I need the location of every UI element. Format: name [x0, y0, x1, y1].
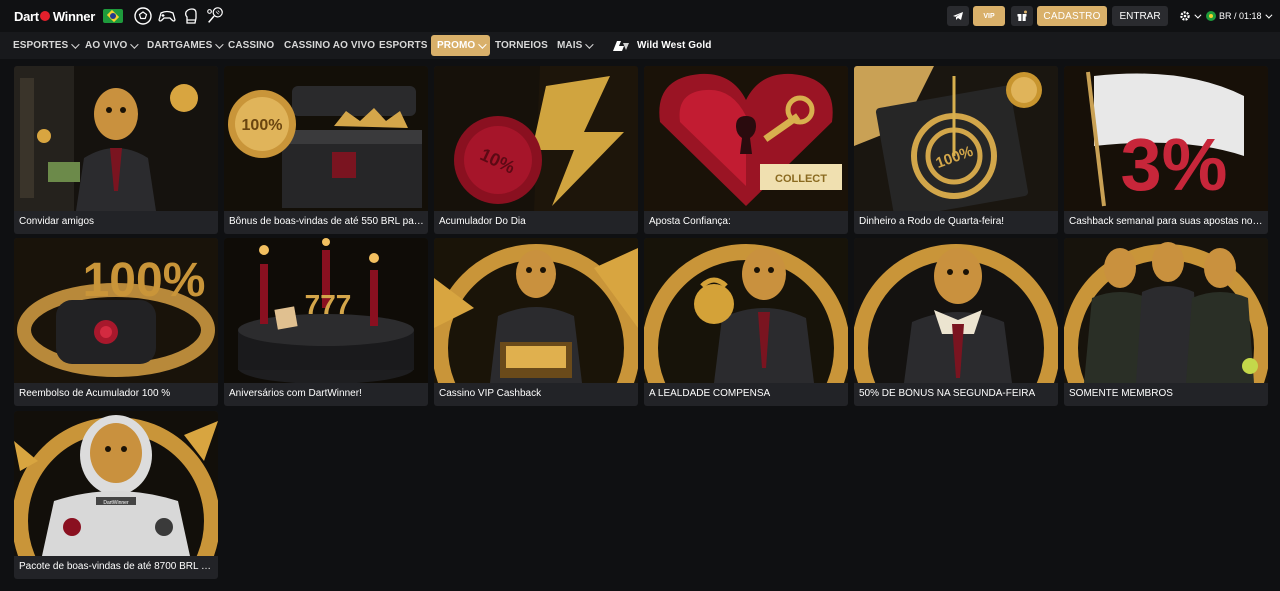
promo-title: Convidar amigos: [19, 216, 95, 227]
promo-title: SOMENTE MEMBROS: [1069, 388, 1173, 399]
nav-wild-west-gold[interactable]: Wild West Gold: [612, 32, 711, 59]
nav-esports[interactable]: ESPORTS: [379, 32, 428, 59]
promo-card-cashback-semanal[interactable]: 3% Cashback semanal para suas apostas no…: [1064, 66, 1268, 234]
promo-image-leopard-kettlebell: [644, 238, 848, 383]
chevron-down-icon: [215, 39, 225, 49]
locale-label: BR / 01:18: [1219, 11, 1262, 21]
brand-logo[interactable]: Dart Winner: [14, 6, 95, 26]
promo-image-astronaut-leopard: DartWinner: [14, 411, 218, 556]
promo-image-ruby-heart-key: COLLECT: [644, 66, 848, 211]
promo-title: Aposta Confiança:: [649, 216, 731, 227]
nav-label: Wild West Gold: [637, 40, 712, 51]
chevron-down-icon: [71, 39, 80, 49]
locale-time-selector[interactable]: BR / 01:18: [1206, 6, 1274, 26]
promo-image-three-leopards: [1064, 238, 1268, 383]
promo-card-aposta-confianca[interactable]: COLLECT Aposta Confiança:: [644, 66, 848, 234]
promo-title: Aniversários com DartWinner!: [229, 388, 362, 399]
promo-title: A LEALDADE COMPENSA: [649, 388, 771, 399]
main-nav: ESPORTES AO VIVO DARTGAMES CASSINO CASSI…: [0, 32, 1280, 59]
chevron-down-icon: [130, 39, 140, 49]
logo-dart-mark-icon: [39, 11, 50, 21]
promo-image-lightning-seal: 10%: [434, 66, 638, 211]
promo-title: Pacote de boas-vindas de até 8700 BRL + …: [19, 561, 215, 572]
nav-promo[interactable]: PROMO: [431, 35, 491, 56]
flag-brazil-small-icon: [1206, 11, 1216, 21]
boxing-glove-icon[interactable]: [181, 6, 201, 26]
nav-label: ESPORTES: [13, 40, 69, 51]
promo-card-bonus-segunda-feira[interactable]: 50% DE BÔNUS NA SEGUNDA-FEIRA: [854, 238, 1058, 406]
settings-dropdown[interactable]: [1175, 6, 1203, 26]
nav-torneios[interactable]: TORNEIOS: [495, 32, 548, 59]
nav-dartgames[interactable]: DARTGAMES: [147, 32, 225, 59]
nav-ao-vivo[interactable]: AO VIVO: [85, 32, 140, 59]
promo-image-target-seal: 100%: [854, 66, 1058, 211]
nav-label: CASSINO AO VIVO: [284, 40, 376, 51]
promo-image-leopard-teacup: [854, 238, 1058, 383]
nav-label: ESPORTS: [379, 40, 428, 51]
suit-brand-text: DartWinner: [103, 500, 129, 506]
nav-label: DARTGAMES: [147, 40, 213, 51]
register-label: CADASTRO: [1043, 10, 1101, 22]
wild-west-gold-icon: [613, 40, 629, 51]
rackets-icon[interactable]: [204, 6, 226, 26]
promo-image-birthday-cake: 777: [224, 238, 428, 383]
soccer-ball-icon[interactable]: [133, 6, 153, 26]
coin-percent-text: 100%: [242, 117, 283, 134]
cake-777-text: 777: [305, 289, 352, 320]
gamepad-icon[interactable]: [157, 6, 177, 26]
chevron-down-icon: [1194, 11, 1202, 19]
vip-label: VIP: [983, 12, 995, 20]
chevron-down-icon: [478, 39, 487, 49]
chevron-down-icon: [585, 39, 595, 49]
gift-icon: [1017, 10, 1027, 21]
promo-image-leopard-gold-bars: [434, 238, 638, 383]
gift-button[interactable]: [1011, 6, 1033, 26]
promo-card-bonus-boas-vindas-cassino[interactable]: 100% Bônus de boas-vindas de até 550 BRL…: [224, 66, 428, 234]
nav-cassino-ao-vivo[interactable]: CASSINO AO VIVO: [284, 32, 375, 59]
gear-icon: [1180, 11, 1190, 21]
nav-mais[interactable]: MAIS: [557, 32, 595, 59]
logo-part2: Winner: [52, 8, 95, 24]
vip-button[interactable]: VIP: [973, 6, 1005, 26]
promo-title: Cassino VIP Cashback: [439, 388, 542, 399]
big-percent-text: 3%: [1121, 123, 1228, 206]
wallet-percent-text: 100%: [83, 254, 206, 307]
promo-title: Reembolso de Acumulador 100 %: [19, 388, 171, 399]
promo-card-acumulador-do-dia[interactable]: 10% Acumulador Do Dia: [434, 66, 638, 234]
promo-title: 50% DE BÔNUS NA SEGUNDA-FEIRA: [859, 388, 1036, 399]
promo-image-three-percent-flag: 3%: [1064, 66, 1268, 211]
nav-label: AO VIVO: [85, 40, 128, 51]
promo-image-treasure-chest: 100%: [224, 66, 428, 211]
promo-title: Dinheiro a Rodo de Quarta-feira!: [859, 216, 1005, 227]
nav-label: CASSINO: [228, 40, 275, 51]
promo-title: Acumulador Do Dia: [439, 216, 526, 227]
promo-card-dinheiro-a-rodo[interactable]: 100% Dinheiro a Rodo de Quarta-feira!: [854, 66, 1058, 234]
nav-esportes[interactable]: ESPORTES: [13, 32, 80, 59]
promo-image-leopard-cash: [14, 66, 218, 211]
collect-text: COLLECT: [775, 173, 827, 185]
promo-card-somente-membros[interactable]: SOMENTE MEMBROS: [1064, 238, 1268, 406]
flag-brazil-icon[interactable]: [103, 9, 123, 23]
promo-title: Bônus de boas-vindas de até 550 BRL para…: [229, 216, 425, 227]
login-button[interactable]: ENTRAR: [1112, 6, 1168, 26]
promo-card-aniversarios[interactable]: 777 Aniversários com DartWinner!: [224, 238, 428, 406]
promo-image-wallet-100: 100%: [14, 238, 218, 383]
nav-label: TORNEIOS: [495, 40, 548, 51]
telegram-icon: [953, 12, 963, 20]
top-header: Dart Winner VIP CADASTRO ENTRAR BR / 01:…: [0, 0, 1280, 32]
nav-cassino[interactable]: CASSINO: [228, 32, 274, 59]
promo-card-lealdade-compensa[interactable]: A LEALDADE COMPENSA: [644, 238, 848, 406]
logo-part1: Dart: [14, 8, 39, 24]
promo-card-convidar-amigos[interactable]: Convidar amigos: [14, 66, 218, 234]
login-label: ENTRAR: [1119, 10, 1161, 22]
promo-card-reembolso-acumulador[interactable]: 100% Reembolso de Acumulador 100 %: [14, 238, 218, 406]
chevron-down-icon: [1264, 11, 1272, 19]
nav-label: MAIS: [557, 40, 583, 51]
promo-card-cassino-vip-cashback[interactable]: Cassino VIP Cashback: [434, 238, 638, 406]
promo-title: Cashback semanal para suas apostas no ca…: [1069, 216, 1265, 227]
register-button[interactable]: CADASTRO: [1037, 6, 1107, 26]
telegram-button[interactable]: [947, 6, 969, 26]
nav-label: PROMO: [437, 40, 476, 51]
promo-card-pacote-boas-vindas[interactable]: DartWinner Pacote de boas-vindas de até …: [14, 411, 218, 579]
